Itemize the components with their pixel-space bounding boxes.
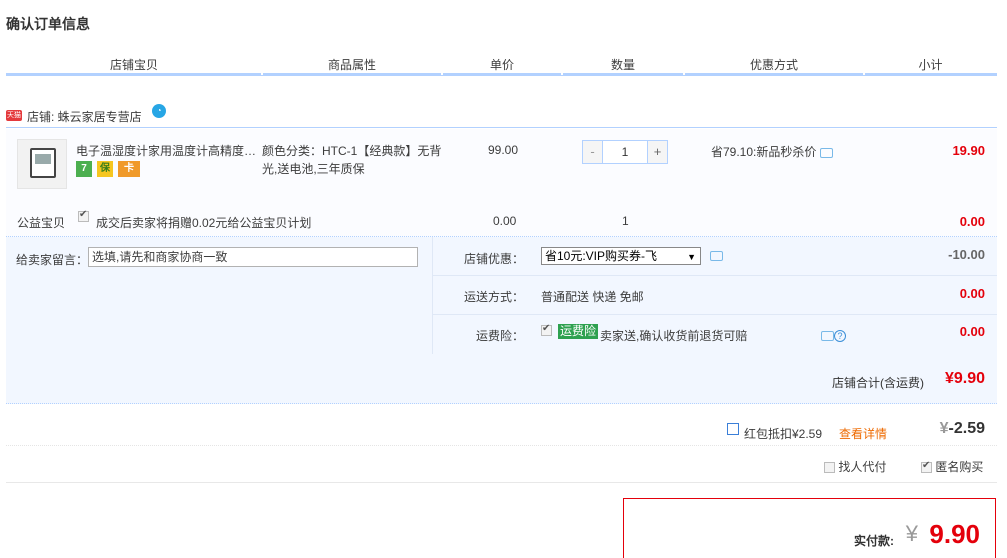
product-thumbnail[interactable] [17,139,67,189]
wangwang-icon[interactable]: ◔ [152,104,166,118]
shipping-label: 运送方式： [463,290,524,304]
charity-price: 0.00 [493,214,517,228]
proxy-pay-label: 找人代付 [838,460,887,474]
help-icon[interactable]: ? [834,329,846,342]
hongbao-checkbox[interactable] [727,423,739,435]
payment-label: 实付款: [854,534,894,548]
page-title: 确认订单信息 [6,16,90,32]
yen-symbol: ¥ [905,521,918,546]
quantity-input[interactable]: 1 [604,141,646,163]
col-divider [561,72,563,75]
proxy-pay-option[interactable]: 找人代付 [824,458,886,475]
item-subtotal: 19.90 [952,143,985,158]
shop-discount-value: -10.00 [948,247,985,262]
insurance-amount: 0.00 [959,324,985,339]
chat-bubble-icon[interactable] [821,330,834,341]
col-header-price: 单价 [489,58,514,72]
charity-checkbox [78,209,89,222]
unit-price: 99.00 [488,143,519,157]
anonymous-checkbox[interactable] [921,460,932,474]
shop-total-value: ¥9.90 [944,370,985,387]
quantity-minus-button[interactable]: - [583,141,603,163]
seller-message-input[interactable]: 选填,请先和商家协商一致 [88,247,418,267]
yen-symbol: ¥ [939,420,949,437]
shop-name-link[interactable]: 店铺: 蛛云家居专营店 [27,108,142,125]
order-item: 电子温湿度计家用温度计高精度… 7 保 卡 颜色分类：HTC-1【经典款】无背光… [6,129,997,237]
col-header-subtotal: 小计 [918,58,943,72]
payment-summary: 实付款: ¥ 9.90 [623,498,996,558]
quantity-plus-button[interactable]: + [647,141,667,163]
quantity-stepper: - 1 + [582,140,668,164]
panel-divider [432,237,433,354]
discount-text: 省79.10:新品秒杀价 [711,145,817,159]
col-divider [683,72,685,75]
col-header-discount: 优惠方式 [749,58,798,72]
charity-subtotal: 0.00 [959,214,985,229]
guarantee-icon[interactable]: 保 [97,161,113,177]
shop-discount-label: 店铺优惠： [463,252,524,266]
anonymous-label: 匿名购买 [935,460,984,474]
shop-discount-select[interactable]: 省10元:VIP购买券-飞 ▼ [541,247,701,265]
hongbao-amount: -2.59 [948,420,985,437]
seven-day-return-icon[interactable]: 7 [76,161,92,177]
chat-bubble-icon[interactable] [820,147,834,158]
hongbao-label: 红包抵扣¥2.59 [744,427,823,441]
chat-bubble-icon[interactable] [710,251,723,261]
row-divider [433,314,997,315]
credit-card-icon[interactable]: 卡 [118,161,140,177]
hongbao-row: 红包抵扣¥2.59 查看详情 ¥-2.59 [6,416,997,446]
hongbao-value: ¥-2.59 [940,420,985,438]
shop-total-row: 店铺合计(含运费) ¥9.90 [6,354,997,404]
dropdown-arrow-icon: ▼ [687,252,696,262]
order-options-panel: 给卖家留言： 选填,请先和商家协商一致 店铺优惠： 省10元:VIP购买券-飞 ▼… [6,237,997,354]
col-header-quantity: 数量 [610,58,635,72]
row-divider [433,275,997,276]
insurance-label: 运费险： [475,329,524,343]
payment-amount: 9.90 [929,519,980,549]
col-divider [863,72,865,75]
insurance-icons: ? [821,328,846,342]
charity-label: 公益宝贝 [17,216,66,230]
insurance-badge: 运费险 [558,324,599,339]
charity-quantity: 1 [622,214,629,228]
shop-discount-selected: 省10元:VIP购买券-飞 [545,249,658,263]
product-name-link[interactable]: 电子温湿度计家用温度计高精度… [76,142,258,159]
product-attributes: 颜色分类：HTC-1【经典款】无背光,送电池,三年质保 [262,144,442,176]
shop-total-label: 店铺合计(含运费) [832,376,924,390]
shipping-amount: 0.00 [959,286,985,301]
insurance-checkbox [541,323,552,336]
col-divider [441,72,443,75]
insurance-text: 卖家送,确认收货前退货可赔 [600,329,748,343]
shipping-method: 普通配送 快递 免邮 [541,290,644,304]
purchase-options: 找人代付 匿名购买 [6,447,997,483]
discount-info: 省79.10:新品秒杀价 [711,143,834,160]
tmall-icon: 天猫 [6,110,22,121]
anonymous-option[interactable]: 匿名购买 [921,458,983,475]
table-header: 店铺宝贝 商品属性 单价 数量 优惠方式 小计 [6,50,997,76]
proxy-pay-checkbox[interactable] [824,462,835,474]
shop-row: 天猫 店铺: 蛛云家居专营店 ◔ [6,104,997,128]
hongbao-detail-link[interactable]: 查看详情 [839,425,887,442]
col-divider [261,72,263,75]
col-header-attributes: 商品属性 [327,58,376,72]
charity-text: 成交后卖家将捐赠0.02元给公益宝贝计划 [96,216,312,230]
seller-message-label: 给卖家留言： [16,253,89,267]
col-header-item: 店铺宝贝 [109,58,158,72]
thermometer-image [30,148,56,178]
